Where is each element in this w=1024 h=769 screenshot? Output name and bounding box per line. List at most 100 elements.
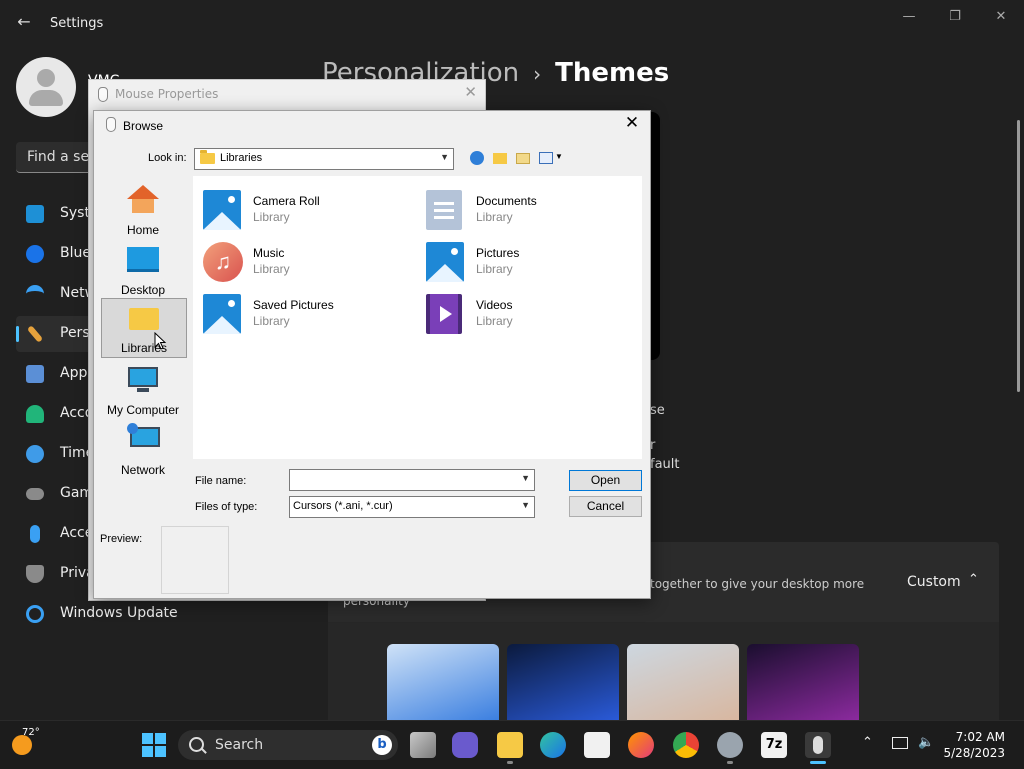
close-icon[interactable]: ✕	[978, 6, 1024, 28]
videos-library-icon	[426, 294, 466, 336]
theme-thumbnail[interactable]	[627, 644, 739, 720]
themes-strip	[328, 622, 999, 720]
store-icon[interactable]	[584, 732, 610, 758]
item-type: Library	[253, 210, 290, 224]
chrome-icon[interactable]	[673, 732, 699, 758]
item-type: Library	[253, 314, 290, 328]
item-name: Videos	[476, 298, 513, 312]
weather-temp: 72°	[22, 727, 40, 738]
settings-icon[interactable]	[717, 732, 743, 758]
file-type-value: Cursors (*.ani, *.cur)	[293, 500, 393, 512]
place-label: My Computer	[106, 403, 180, 417]
new-folder-icon[interactable]	[514, 149, 532, 167]
file-type-label: Files of type:	[195, 501, 258, 513]
browse-title: Browse	[123, 119, 164, 133]
browse-dialog: Browse ✕ Look in: Libraries ▼ ▼ Home Des…	[93, 110, 651, 599]
side-text: fault	[650, 457, 680, 472]
chevron-down-icon: ▼	[521, 500, 530, 510]
task-view-icon[interactable]	[410, 732, 436, 758]
theme-thumbnail[interactable]	[747, 644, 859, 720]
volume-icon[interactable]: 🔈	[918, 735, 934, 750]
list-item-videos[interactable]: Videos Library	[426, 290, 648, 336]
avatar[interactable]	[16, 57, 76, 117]
file-list[interactable]: Camera Roll Library Documents Library ♫ …	[193, 176, 642, 459]
cursor-preview	[161, 526, 229, 594]
list-item-documents[interactable]: Documents Library	[426, 186, 648, 232]
scrollbar[interactable]	[1017, 120, 1020, 392]
update-icon	[26, 605, 44, 623]
cancel-button[interactable]: Cancel	[569, 496, 642, 517]
item-type: Library	[476, 314, 513, 328]
picture-library-icon	[426, 242, 466, 284]
minimize-icon[interactable]: —	[886, 6, 932, 28]
sidebar-item-windows-update[interactable]: Windows Update	[16, 596, 316, 632]
list-item-saved-pictures[interactable]: Saved Pictures Library	[203, 290, 425, 336]
back-arrow-icon[interactable]: ←	[14, 12, 34, 32]
maximize-icon[interactable]: ❐	[932, 6, 978, 28]
mouse-icon[interactable]	[805, 732, 831, 758]
mouse-icon	[98, 87, 108, 102]
edge-icon[interactable]	[540, 732, 566, 758]
view-menu-icon[interactable]: ▼	[538, 149, 564, 167]
page-title: Themes	[555, 58, 670, 88]
places-bar: Home Desktop Libraries My Computer Netwo…	[100, 176, 188, 513]
sidebar-item-label: Windows Update	[60, 605, 178, 621]
bing-icon[interactable]: b	[372, 735, 392, 755]
computer-icon	[128, 367, 158, 387]
running-indicator	[507, 761, 513, 764]
chevron-up-icon[interactable]: ⌃	[862, 735, 873, 750]
mouse-properties-title: Mouse Properties	[115, 87, 219, 101]
place-network[interactable]: Network	[101, 421, 185, 479]
accessibility-icon	[30, 525, 40, 543]
start-button[interactable]	[142, 733, 166, 757]
taskbar: 72° Search b 7z ⌃ 🔈 7:02 AM 5/28/2023	[0, 720, 1024, 769]
place-home[interactable]: Home	[101, 181, 185, 239]
search-label: Search	[215, 737, 264, 753]
firefox-icon[interactable]	[628, 732, 654, 758]
look-in-dropdown[interactable]: Libraries ▼	[194, 148, 454, 170]
wifi-icon	[26, 285, 44, 299]
place-label: Desktop	[120, 283, 166, 297]
sidebar-item-label: Blue	[60, 245, 91, 261]
theme-thumbnail[interactable]	[387, 644, 499, 720]
look-in-label: Look in:	[148, 152, 187, 164]
chat-icon[interactable]	[452, 732, 478, 758]
file-explorer-icon[interactable]	[497, 732, 523, 758]
open-button[interactable]: Open	[569, 470, 642, 491]
list-item-camera-roll[interactable]: Camera Roll Library	[203, 186, 425, 232]
weather-icon[interactable]	[12, 735, 32, 755]
list-item-pictures[interactable]: Pictures Library	[426, 238, 648, 284]
app-title: Settings	[50, 16, 104, 31]
chevron-up-icon[interactable]: ⌃	[968, 572, 979, 587]
chevron-down-icon[interactable]: ▼	[521, 473, 530, 483]
place-my-computer[interactable]: My Computer	[101, 361, 185, 419]
item-name: Pictures	[476, 246, 520, 260]
search-icon	[189, 737, 204, 752]
mouse-icon	[106, 117, 116, 132]
up-folder-icon[interactable]	[491, 149, 509, 167]
close-icon[interactable]: ✕	[622, 113, 642, 133]
network-icon[interactable]	[892, 737, 908, 749]
clock-date: 5/28/2023	[943, 746, 1005, 760]
chevron-down-icon: ▼	[440, 152, 449, 162]
list-item-music[interactable]: ♫ Music Library	[203, 238, 425, 284]
place-desktop[interactable]: Desktop	[101, 241, 185, 299]
item-name: Saved Pictures	[253, 298, 334, 312]
current-theme-value: Custom	[907, 574, 961, 590]
7zip-icon[interactable]: 7z	[761, 732, 787, 758]
clock[interactable]: 7:02 AM 5/28/2023	[943, 729, 1005, 761]
look-in-value: Libraries	[220, 152, 263, 164]
close-icon[interactable]: ✕	[464, 83, 477, 101]
item-name: Camera Roll	[253, 194, 320, 208]
back-icon[interactable]	[468, 149, 486, 167]
find-setting-placeholder: Find a set	[27, 149, 95, 165]
place-label: Home	[126, 223, 159, 237]
desktop-icon	[127, 247, 159, 272]
taskbar-search[interactable]: Search b	[178, 730, 398, 760]
file-name-input[interactable]: ▼	[289, 469, 535, 491]
side-text: se	[650, 403, 665, 418]
folder-icon	[200, 150, 215, 164]
file-type-dropdown[interactable]: Cursors (*.ani, *.cur) ▼	[289, 496, 535, 518]
theme-thumbnail[interactable]	[507, 644, 619, 720]
place-libraries[interactable]: Libraries	[101, 298, 187, 358]
